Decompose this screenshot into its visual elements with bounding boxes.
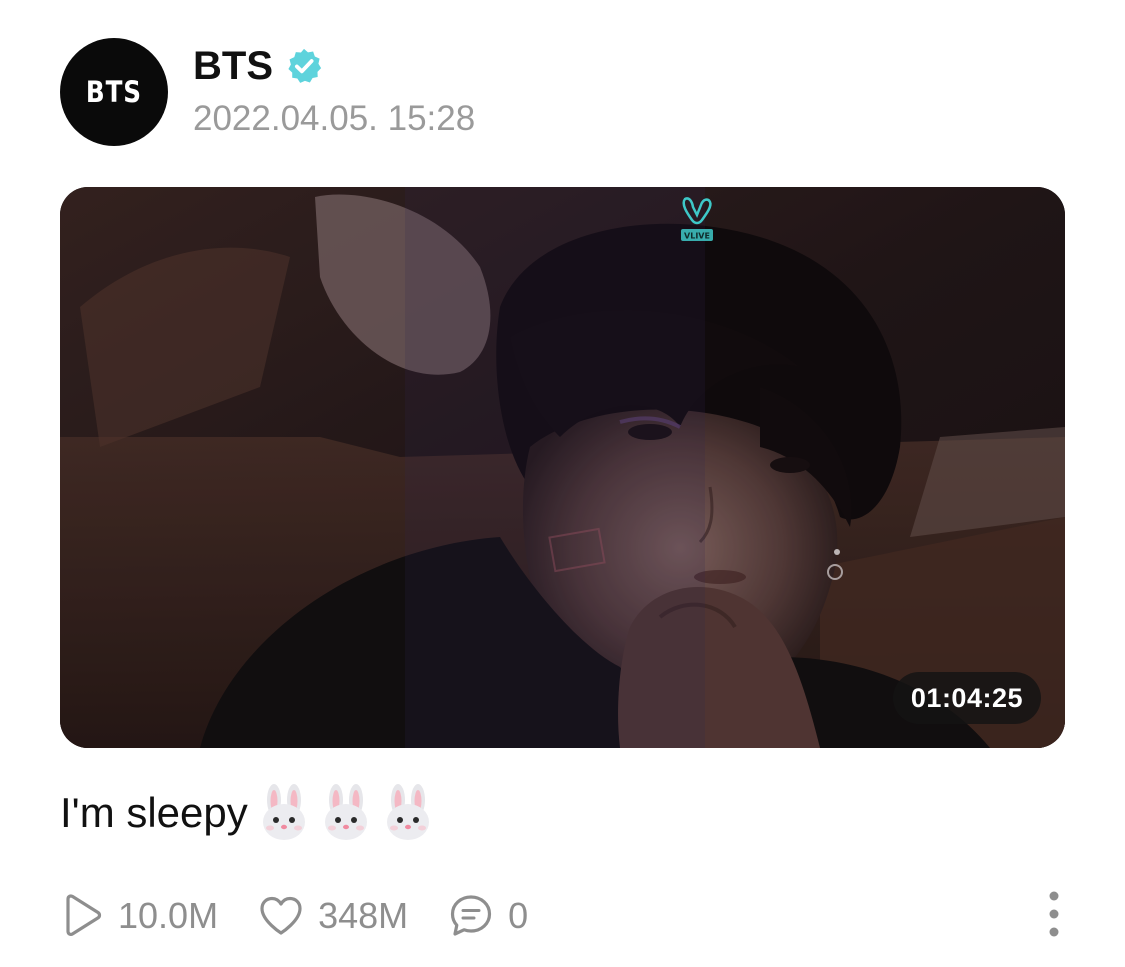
more-vertical-icon[interactable] <box>1038 888 1070 944</box>
video-duration-badge: 01:04:25 <box>892 672 1041 724</box>
author-row: BTS <box>193 42 323 90</box>
plays-count: 10.0M <box>118 895 219 936</box>
likes-stat[interactable]: 348M <box>258 894 408 938</box>
comments-count: 0 <box>508 895 529 936</box>
post-caption: I'm sleepy <box>60 783 434 843</box>
likes-count: 348M <box>318 895 409 936</box>
comment-icon[interactable] <box>448 893 494 939</box>
play-icon <box>66 894 102 937</box>
video-thumbnail[interactable]: VLIVE 01:04:25 <box>60 187 1065 748</box>
author-name[interactable]: BTS <box>193 42 273 90</box>
video-frame-image <box>60 187 1065 748</box>
rabbit-face-emoji-icon <box>324 784 367 840</box>
caption-text: I'm sleepy <box>60 789 248 836</box>
vlive-logo-icon: VLIVE <box>681 197 713 241</box>
plays-stat: 10.0M <box>60 893 218 939</box>
vlive-logo-text: VLIVE <box>684 232 710 241</box>
post-stats: 10.0M 348M 0 <box>60 890 568 942</box>
post-card: BTS BTS 2022.04.05. 15:28 VLIVE 01:04:25… <box>0 0 1125 967</box>
post-timestamp: 2022.04.05. 15:28 <box>193 99 476 138</box>
heart-icon[interactable] <box>258 895 304 937</box>
rabbit-face-emoji-icon <box>262 784 305 840</box>
avatar-label: BTS <box>86 75 142 109</box>
comments-stat[interactable]: 0 <box>448 893 528 939</box>
rabbit-face-emoji-icon <box>386 784 429 840</box>
verified-badge-icon <box>288 48 322 83</box>
avatar[interactable]: BTS <box>60 38 168 146</box>
